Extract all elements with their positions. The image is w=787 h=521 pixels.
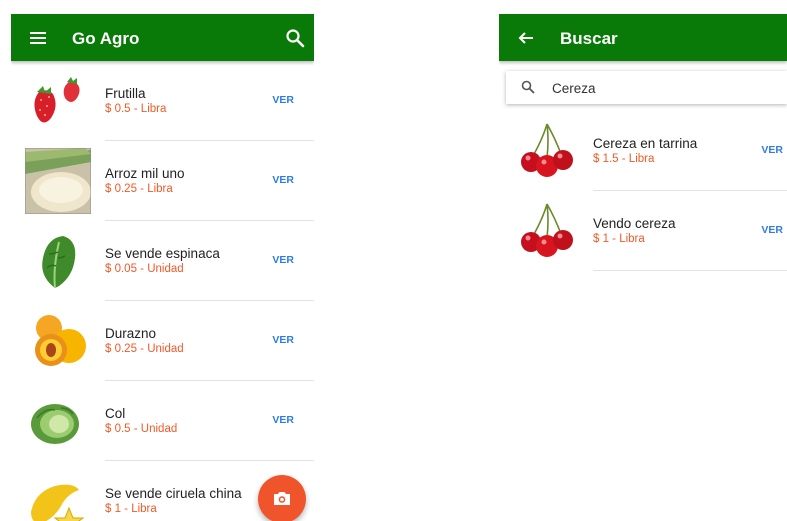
- camera-fab-button[interactable]: [258, 475, 306, 521]
- product-name: Vendo cereza: [593, 216, 676, 231]
- cherry-icon: [513, 118, 579, 184]
- product-name: Cereza en tarrina: [593, 136, 698, 151]
- view-button[interactable]: VER: [272, 414, 294, 426]
- hamburger-menu-icon[interactable]: [25, 25, 51, 51]
- search-icon: [521, 80, 535, 94]
- list-item[interactable]: Col $ 0.5 - Unidad VER: [11, 381, 314, 461]
- rice-icon: [25, 148, 91, 214]
- app-title: Go Agro: [72, 29, 140, 48]
- app-bar: Buscar: [499, 14, 787, 61]
- product-price: $ 0.05 - Unidad: [105, 263, 184, 275]
- search-screen: Buscar Cereza en tarrina $ 1.5 - Libra V…: [499, 14, 787, 521]
- product-price: $ 0.25 - Libra: [105, 183, 173, 195]
- view-button[interactable]: VER: [272, 334, 294, 346]
- view-button[interactable]: VER: [272, 94, 294, 106]
- cabbage-icon: [25, 388, 91, 454]
- product-name: Durazno: [105, 326, 157, 341]
- cherry-icon: [513, 198, 579, 264]
- product-price: $ 1.5 - Libra: [593, 153, 655, 165]
- search-icon[interactable]: [282, 25, 308, 51]
- list-item[interactable]: Se vende espinaca $ 0.05 - Unidad VER: [11, 221, 314, 301]
- product-list-screen: Go Agro Frutilla $ 0.5 - Libra VER Arroz…: [11, 14, 314, 521]
- arrow-left-icon[interactable]: [513, 25, 539, 51]
- strawberry-icon: [25, 68, 91, 134]
- view-button[interactable]: VER: [272, 254, 294, 266]
- product-price: $ 0.5 - Libra: [105, 103, 167, 115]
- app-bar: Go Agro: [11, 14, 314, 61]
- product-name: Se vende ciruela china: [105, 486, 242, 501]
- spinach-icon: [25, 228, 91, 294]
- divider: [593, 270, 787, 271]
- list-item[interactable]: Durazno $ 0.25 - Unidad VER: [11, 301, 314, 381]
- product-price: $ 0.5 - Unidad: [105, 423, 178, 435]
- product-price: $ 1 - Libra: [105, 503, 157, 515]
- product-name: Se vende espinaca: [105, 246, 220, 261]
- product-name: Arroz mil uno: [105, 166, 185, 181]
- screen-title: Buscar: [560, 29, 618, 48]
- product-price: $ 0.25 - Unidad: [105, 343, 184, 355]
- view-button[interactable]: VER: [761, 224, 783, 236]
- peach-icon: [25, 308, 91, 374]
- camera-icon: [274, 492, 290, 505]
- product-price: $ 1 - Libra: [593, 233, 645, 245]
- view-button[interactable]: VER: [272, 174, 294, 186]
- list-item[interactable]: Frutilla $ 0.5 - Libra VER: [11, 61, 314, 141]
- search-input[interactable]: [550, 77, 774, 99]
- product-name: Col: [105, 406, 126, 421]
- starfruit-icon: [25, 468, 91, 521]
- view-button[interactable]: VER: [761, 144, 783, 156]
- list-item[interactable]: Cereza en tarrina $ 1.5 - Libra VER: [499, 111, 787, 191]
- list-item[interactable]: Vendo cereza $ 1 - Libra VER: [499, 191, 787, 271]
- list-item[interactable]: Arroz mil uno $ 0.25 - Libra VER: [11, 141, 314, 221]
- search-bar: [506, 71, 787, 104]
- product-name: Frutilla: [105, 86, 146, 101]
